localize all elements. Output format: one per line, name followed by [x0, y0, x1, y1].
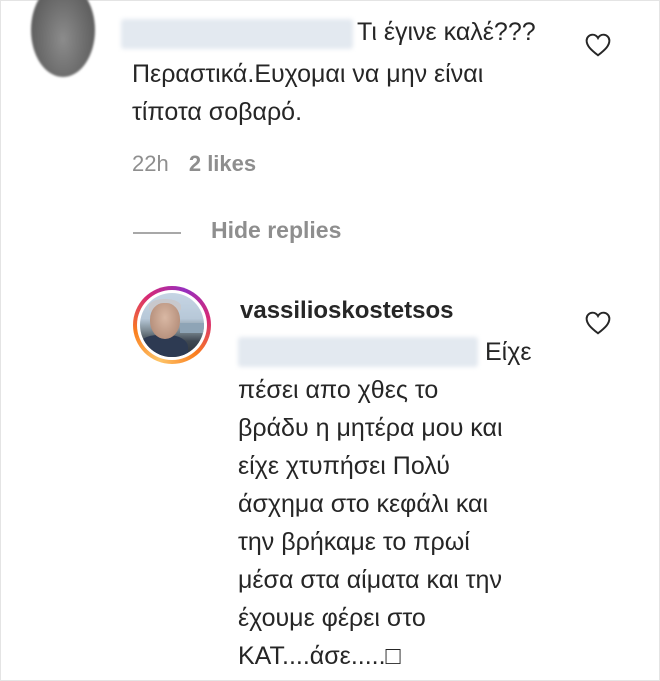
comment-time: 22h	[132, 151, 169, 176]
reply-text-line-7: μέσα στα αίματα και την	[238, 566, 502, 594]
blurred-username	[121, 19, 353, 49]
hide-replies-button[interactable]: Hide replies	[211, 217, 341, 244]
reply-text-line-4: είχε χτυπήσει Πολύ	[238, 452, 450, 480]
reply-text-line-9: ΚΑΤ....άσε.....□	[238, 642, 401, 670]
replies-divider-line	[133, 232, 181, 234]
comment-text-line-1: Τι έγινε καλέ???	[357, 18, 536, 46]
comment-likes-link[interactable]: 2 likes	[189, 151, 256, 176]
reply-username[interactable]: vassilioskostetsos	[240, 297, 453, 325]
reply-avatar	[140, 293, 204, 357]
reply-text-line-6: την βρήκαμε το πρωί	[238, 528, 470, 556]
reply-text-line-2: πέσει απο χθες το	[238, 376, 439, 404]
reply-text-line-8: έχουμε φέρει στο	[238, 604, 426, 632]
reply-text-line-1: Είχε	[485, 338, 532, 366]
commenter-avatar[interactable]	[31, 0, 95, 77]
reply-text-line-3: βράδυ η μητέρα μου και	[238, 414, 503, 442]
comment-text-line-3: τίποτα σοβαρό.	[132, 98, 303, 126]
comment-meta: 22h 2 likes	[132, 151, 256, 177]
reply-like-heart-icon[interactable]	[585, 311, 611, 335]
reply-avatar-story-ring[interactable]	[133, 286, 211, 364]
comment-text-line-2: Περαστικά.Ευχομαι να μην είναι	[132, 60, 484, 88]
like-heart-icon[interactable]	[585, 33, 611, 57]
reply-text-line-5: άσχημα στο κεφάλι και	[238, 490, 489, 518]
blurred-mention	[238, 337, 478, 367]
